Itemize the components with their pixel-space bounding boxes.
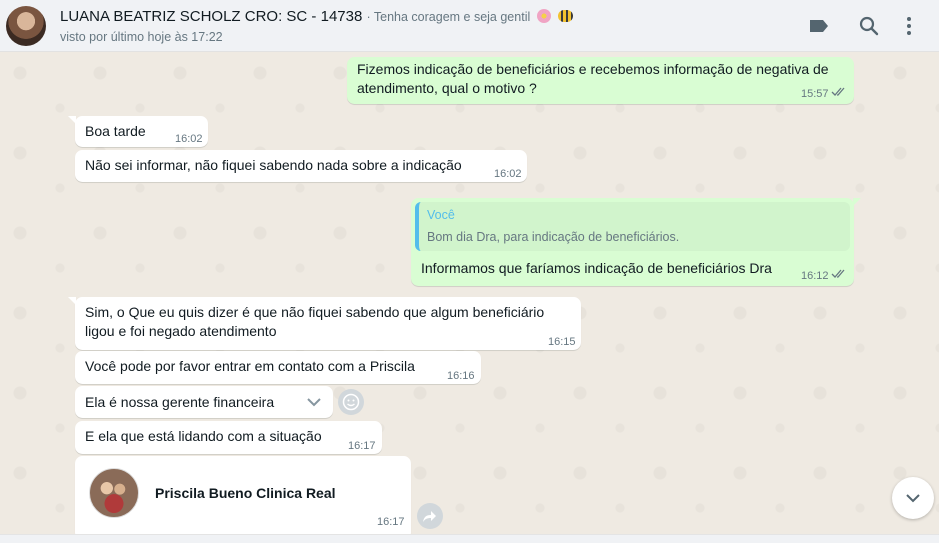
last-seen: visto por último hoje às 17:22 (60, 30, 223, 44)
message-line: Não sei informar, não fiquei sabendo nad… (85, 157, 462, 173)
message-line: Informamos que faríamos indicação de ben… (421, 260, 772, 276)
message-time: 16:16 (447, 370, 475, 382)
contact-avatar[interactable] (6, 6, 46, 46)
message-line: Ela é nossa gerente financeira (85, 394, 275, 410)
message-incoming[interactable]: Você pode por favor entrar em contato co… (75, 351, 481, 384)
forward-button[interactable] (417, 503, 443, 529)
message-line: Você pode por favor entrar em contato co… (85, 358, 415, 374)
message-line: atendimento, qual o motivo ? (357, 80, 537, 96)
chevron-down-icon[interactable] (305, 396, 323, 408)
quoted-author: Você (427, 208, 455, 222)
contact-title[interactable]: LUANA BEATRIZ SCHOLZ CRO: SC - 14738 · T… (60, 8, 573, 25)
message-outgoing-reply[interactable]: Você Bom dia Dra, para indicação de bene… (411, 198, 861, 286)
contact-name: LUANA BEATRIZ SCHOLZ CRO: SC - 14738 (60, 8, 363, 25)
chevron-down-icon (906, 494, 920, 503)
search-icon[interactable] (857, 14, 881, 38)
quoted-text: Bom dia Dra, para indicação de beneficiá… (427, 230, 680, 244)
contact-card-message[interactable]: Priscila Bueno Clinica Real 16:17 (75, 456, 411, 534)
quoted-message[interactable]: Você Bom dia Dra, para indicação de bene… (415, 202, 850, 251)
chat-panel[interactable]: Fizemos indicação de beneficiários e rec… (0, 53, 939, 534)
message-incoming[interactable]: Sim, o Que eu quis dizer é que não fique… (68, 297, 581, 350)
message-time: 15:57 (801, 88, 829, 100)
message-line: ligou e foi negado atendimento (85, 323, 277, 339)
message-time: 16:12 (801, 270, 829, 282)
label-icon[interactable] (807, 14, 831, 38)
flower-emoji-icon (537, 9, 552, 23)
message-incoming[interactable]: Boa tarde 16:02 (68, 116, 208, 147)
bottom-bar (0, 534, 939, 543)
message-line: Fizemos indicação de beneficiários e rec… (357, 61, 829, 77)
message-time: 16:15 (548, 336, 576, 348)
menu-dots-icon[interactable] (897, 14, 921, 38)
smiley-icon (342, 393, 360, 411)
message-incoming[interactable]: Ela é nossa gerente financeira (75, 386, 333, 418)
message-incoming[interactable]: E ela que está lidando com a situação 16… (75, 421, 382, 454)
message-line: Boa tarde (85, 123, 146, 139)
message-time: 16:02 (494, 168, 522, 180)
forward-icon (423, 511, 436, 522)
message-time: 16:17 (348, 440, 376, 452)
shared-contact-name: Priscila Bueno Clinica Real (155, 485, 336, 501)
bee-emoji-icon (557, 10, 573, 22)
contact-status: · Tenha coragem e seja gentil (366, 10, 531, 24)
chat-header[interactable]: LUANA BEATRIZ SCHOLZ CRO: SC - 14738 · T… (0, 0, 939, 52)
shared-contact-avatar (89, 468, 139, 518)
message-incoming[interactable]: Não sei informar, não fiquei sabendo nad… (75, 150, 527, 182)
message-time: 16:02 (175, 133, 203, 145)
message-outgoing[interactable]: Fizemos indicação de beneficiários e rec… (347, 57, 854, 104)
message-line: Sim, o Que eu quis dizer é que não fique… (85, 304, 545, 320)
message-time: 16:17 (377, 516, 405, 528)
react-emoji-button[interactable] (338, 389, 364, 415)
double-check-icon (831, 269, 845, 278)
scroll-to-bottom-button[interactable] (892, 477, 934, 519)
double-check-icon (831, 87, 845, 96)
message-line: E ela que está lidando com a situação (85, 428, 322, 444)
